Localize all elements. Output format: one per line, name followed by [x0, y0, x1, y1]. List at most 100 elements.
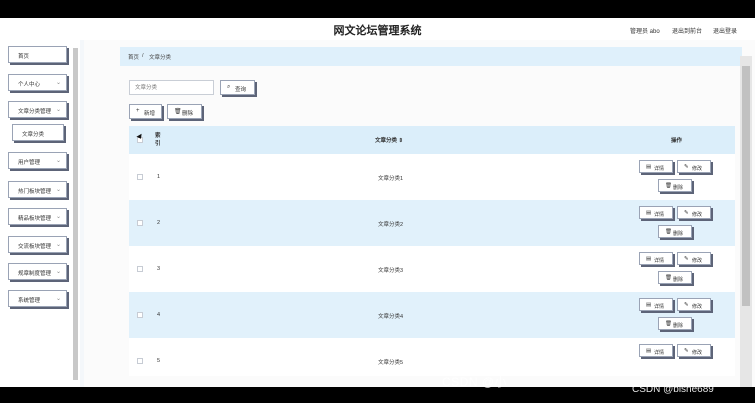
watermark-primary: CSDN @小 — [442, 375, 508, 389]
sidebar-item-hot-board-mgmt[interactable]: 热门板块管理 ⌄ — [8, 181, 67, 198]
table-row: 3 文章分类3 ▤ 详情 ✎ 修改 🗑 删除 — [129, 246, 735, 292]
main-scrollbar[interactable] — [740, 56, 752, 387]
chevron-down-icon: ⌄ — [55, 158, 61, 164]
sidebar-item-label: 首页 — [18, 54, 30, 60]
plus-icon: + — [136, 108, 140, 114]
detail-button[interactable]: ▤ 详情 — [639, 344, 673, 357]
row-category: 文章分类3 — [378, 268, 404, 274]
edit-button[interactable]: ✎ 修改 — [677, 344, 711, 357]
row-category: 文章分类2 — [378, 222, 404, 228]
sidebar-item-exchange-board-mgmt[interactable]: 交流板块管理 ⌄ — [8, 236, 67, 253]
edit-button[interactable]: ✎ 修改 — [677, 252, 711, 265]
sidebar-item-premium-board-mgmt[interactable]: 精品板块管理 ⌄ — [8, 208, 67, 225]
search-button-label: 查询 — [235, 87, 247, 93]
edit-button-label: 修改 — [692, 165, 703, 172]
row-checkbox[interactable] — [137, 174, 143, 180]
edit-icon: ✎ — [684, 210, 689, 216]
detail-button[interactable]: ▤ 详情 — [639, 206, 673, 219]
main-content: 首页 / 文章分类 ⌕ 查询 + 新增 🗑 删除 索 引 文章分类 ⇕ 操作 — [84, 40, 755, 387]
logout-link[interactable]: 退出登录 — [713, 26, 737, 35]
user-label[interactable]: 管理员 abo — [630, 26, 660, 35]
sidebar-item-rules-mgmt[interactable]: 规章制度管理 ⌄ — [8, 263, 67, 280]
detail-icon: ▤ — [646, 210, 652, 216]
detail-button-label: 详情 — [654, 349, 665, 356]
row-index: 4 — [157, 312, 161, 318]
detail-button-label: 详情 — [654, 165, 665, 172]
sidebar-scrollbar[interactable] — [73, 48, 78, 380]
breadcrumb: 首页 / 文章分类 — [120, 47, 742, 66]
sidebar-item-label: 文章分类 — [22, 132, 45, 138]
detail-button[interactable]: ▤ 详情 — [639, 298, 673, 311]
detail-button-label: 详情 — [654, 257, 665, 264]
chevron-down-icon: ⌄ — [55, 214, 61, 220]
row-delete-button[interactable]: 🗑 删除 — [658, 271, 692, 284]
chevron-down-icon: ⌄ — [55, 107, 61, 113]
detail-button-label: 详情 — [654, 303, 665, 310]
edit-button[interactable]: ✎ 修改 — [677, 298, 711, 311]
edit-button[interactable]: ✎ 修改 — [677, 206, 711, 219]
header: 网文论坛管理系统 管理员 abo 退出到前台 退出登录 — [0, 18, 755, 40]
add-button[interactable]: + 新增 — [129, 104, 162, 119]
row-checkbox[interactable] — [137, 220, 143, 226]
detail-button[interactable]: ▤ 详情 — [639, 160, 673, 173]
row-category: 文章分类1 — [378, 176, 404, 182]
chevron-down-icon: ⌄ — [55, 242, 61, 248]
edit-icon: ✎ — [684, 164, 689, 170]
trash-icon: 🗑 — [665, 275, 672, 281]
trash-icon: 🗑 — [665, 183, 672, 189]
row-category: 文章分类4 — [378, 314, 404, 320]
main-scrollbar-thumb[interactable] — [742, 66, 750, 306]
header-actions: 操作 — [671, 138, 683, 144]
sidebar-item-category-mgmt[interactable]: 文章分类管理 ⌄ — [8, 101, 67, 118]
search-input[interactable] — [130, 81, 213, 94]
row-delete-button-label: 删除 — [673, 276, 684, 283]
edit-button-label: 修改 — [692, 303, 703, 310]
chevron-down-icon: ⌄ — [55, 269, 61, 275]
table-row: 2 文章分类2 ▤ 详情 ✎ 修改 🗑 删除 — [129, 200, 735, 246]
row-checkbox[interactable] — [137, 312, 143, 318]
row-checkbox[interactable] — [137, 358, 143, 364]
sidebar-item-home[interactable]: 首页 — [8, 46, 67, 63]
row-index: 3 — [157, 266, 161, 272]
edit-icon: ✎ — [684, 348, 689, 354]
row-delete-button[interactable]: 🗑 删除 — [658, 317, 692, 330]
sidebar-item-article-category[interactable]: 文章分类 — [12, 124, 64, 141]
row-index: 2 — [157, 220, 161, 226]
chevron-down-icon: ⌄ — [55, 296, 61, 302]
detail-button-label: 详情 — [654, 211, 665, 218]
app-window: 网文论坛管理系统 管理员 abo 退出到前台 退出登录 首页 个人中心 ⌄ 文章… — [0, 18, 755, 387]
breadcrumb-home[interactable]: 首页 — [128, 53, 139, 61]
sidebar-item-personal-center[interactable]: 个人中心 ⌄ — [8, 74, 67, 91]
row-delete-button[interactable]: 🗑 删除 — [658, 225, 692, 238]
sidebar-item-system-mgmt[interactable]: 系统管理 ⌄ — [8, 290, 67, 307]
row-index: 5 — [157, 358, 161, 364]
sidebar-item-label: 精品板块管理 — [18, 216, 52, 222]
trash-icon: 🗑 — [174, 109, 182, 115]
detail-icon: ▤ — [646, 348, 652, 354]
row-delete-button[interactable]: 🗑 删除 — [658, 179, 692, 192]
edit-button-label: 修改 — [692, 349, 703, 356]
search-button[interactable]: ⌕ 查询 — [220, 80, 255, 95]
add-button-label: 新增 — [144, 111, 156, 117]
table-row: 4 文章分类4 ▤ 详情 ✎ 修改 🗑 删除 — [129, 292, 735, 338]
sidebar-item-label: 规章制度管理 — [18, 271, 52, 277]
batch-delete-button[interactable]: 🗑 删除 — [167, 104, 202, 119]
detail-button[interactable]: ▤ 详情 — [639, 252, 673, 265]
batch-delete-button-label: 删除 — [182, 111, 194, 117]
header-category[interactable]: 文章分类 ⇕ — [375, 136, 403, 144]
row-checkbox[interactable] — [137, 266, 143, 272]
to-front-link[interactable]: 退出到前台 — [672, 26, 702, 35]
edit-button[interactable]: ✎ 修改 — [677, 160, 711, 173]
sidebar-item-user-mgmt[interactable]: 用户管理 ⌄ — [8, 152, 67, 169]
sidebar-item-label: 文章分类管理 — [18, 109, 52, 115]
edit-button-label: 修改 — [692, 211, 703, 218]
detail-icon: ▤ — [646, 256, 652, 262]
trash-icon: 🗑 — [665, 229, 672, 235]
trash-icon: 🗑 — [665, 321, 672, 327]
chevron-down-icon: ⌄ — [55, 187, 61, 193]
row-delete-button-label: 删除 — [673, 322, 684, 329]
edit-button-label: 修改 — [692, 257, 703, 264]
edit-icon: ✎ — [684, 256, 689, 262]
detail-icon: ▤ — [646, 302, 652, 308]
sidebar-item-label: 系统管理 — [18, 298, 41, 304]
